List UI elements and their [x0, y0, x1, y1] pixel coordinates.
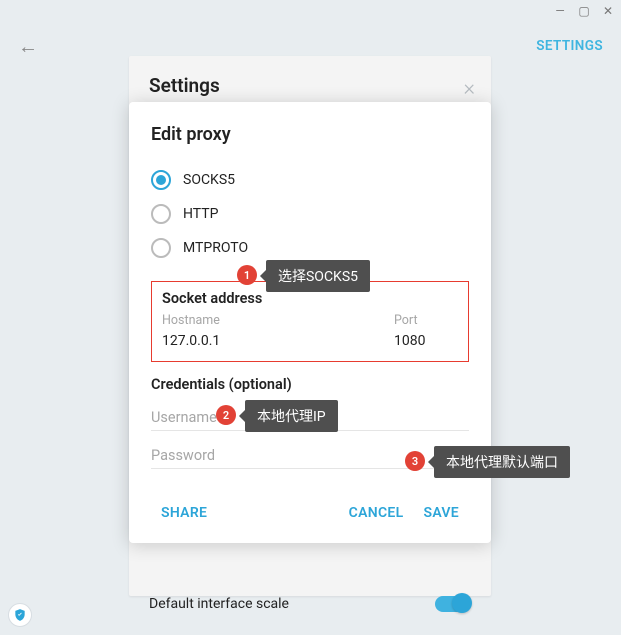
interface-scale-row: Default interface scale: [129, 596, 491, 612]
annotation-badge-3: 3: [405, 451, 425, 471]
port-field[interactable]: Port: [394, 313, 458, 349]
back-arrow-icon[interactable]: ←: [18, 34, 38, 59]
radio-label: MTPROTO: [183, 240, 248, 256]
hostname-field[interactable]: Hostname: [162, 313, 374, 349]
socket-address-section: Socket address Hostname Port: [151, 281, 469, 362]
radio-icon: [151, 170, 171, 190]
save-button[interactable]: SAVE: [413, 497, 469, 529]
dialog-footer: SHARE CANCEL SAVE: [151, 497, 469, 529]
section-title: Credentials (optional): [151, 376, 469, 393]
hostname-input[interactable]: [162, 333, 374, 349]
annotation-tip-1: 选择SOCKS5: [266, 260, 370, 292]
annotation-badge-1: 1: [237, 265, 257, 285]
settings-title: Settings: [149, 74, 471, 97]
radio-icon: [151, 204, 171, 224]
window-minimize[interactable]: —: [553, 4, 567, 18]
radio-label: SOCKS5: [183, 172, 235, 188]
window-maximize[interactable]: ▢: [577, 4, 591, 18]
radio-socks5[interactable]: SOCKS5: [151, 163, 469, 197]
annotation-tip-3: 本地代理默认端口: [434, 446, 570, 478]
field-label: Hostname: [162, 313, 374, 328]
field-label: Port: [394, 313, 458, 328]
annotation-badge-2: 2: [216, 405, 236, 425]
cancel-button[interactable]: CANCEL: [339, 497, 414, 529]
radio-icon: [151, 238, 171, 258]
window-close[interactable]: ✕: [601, 4, 615, 18]
radio-http[interactable]: HTTP: [151, 197, 469, 231]
annotation-tip-2: 本地代理IP: [245, 400, 338, 432]
row-label: Default interface scale: [149, 596, 435, 612]
proxy-type-radio-group: SOCKS5 HTTP MTPROTO: [151, 163, 469, 265]
port-input[interactable]: [394, 333, 458, 349]
close-icon[interactable]: ×: [463, 76, 475, 101]
share-button[interactable]: SHARE: [151, 497, 217, 529]
section-title: Socket address: [162, 290, 458, 307]
shield-icon[interactable]: [8, 603, 32, 627]
interface-scale-toggle[interactable]: [435, 596, 471, 612]
settings-link[interactable]: SETTINGS: [536, 38, 603, 54]
window-title-bar: — ▢ ✕: [0, 0, 621, 22]
dialog-title: Edit proxy: [151, 124, 469, 145]
radio-label: HTTP: [183, 206, 218, 222]
